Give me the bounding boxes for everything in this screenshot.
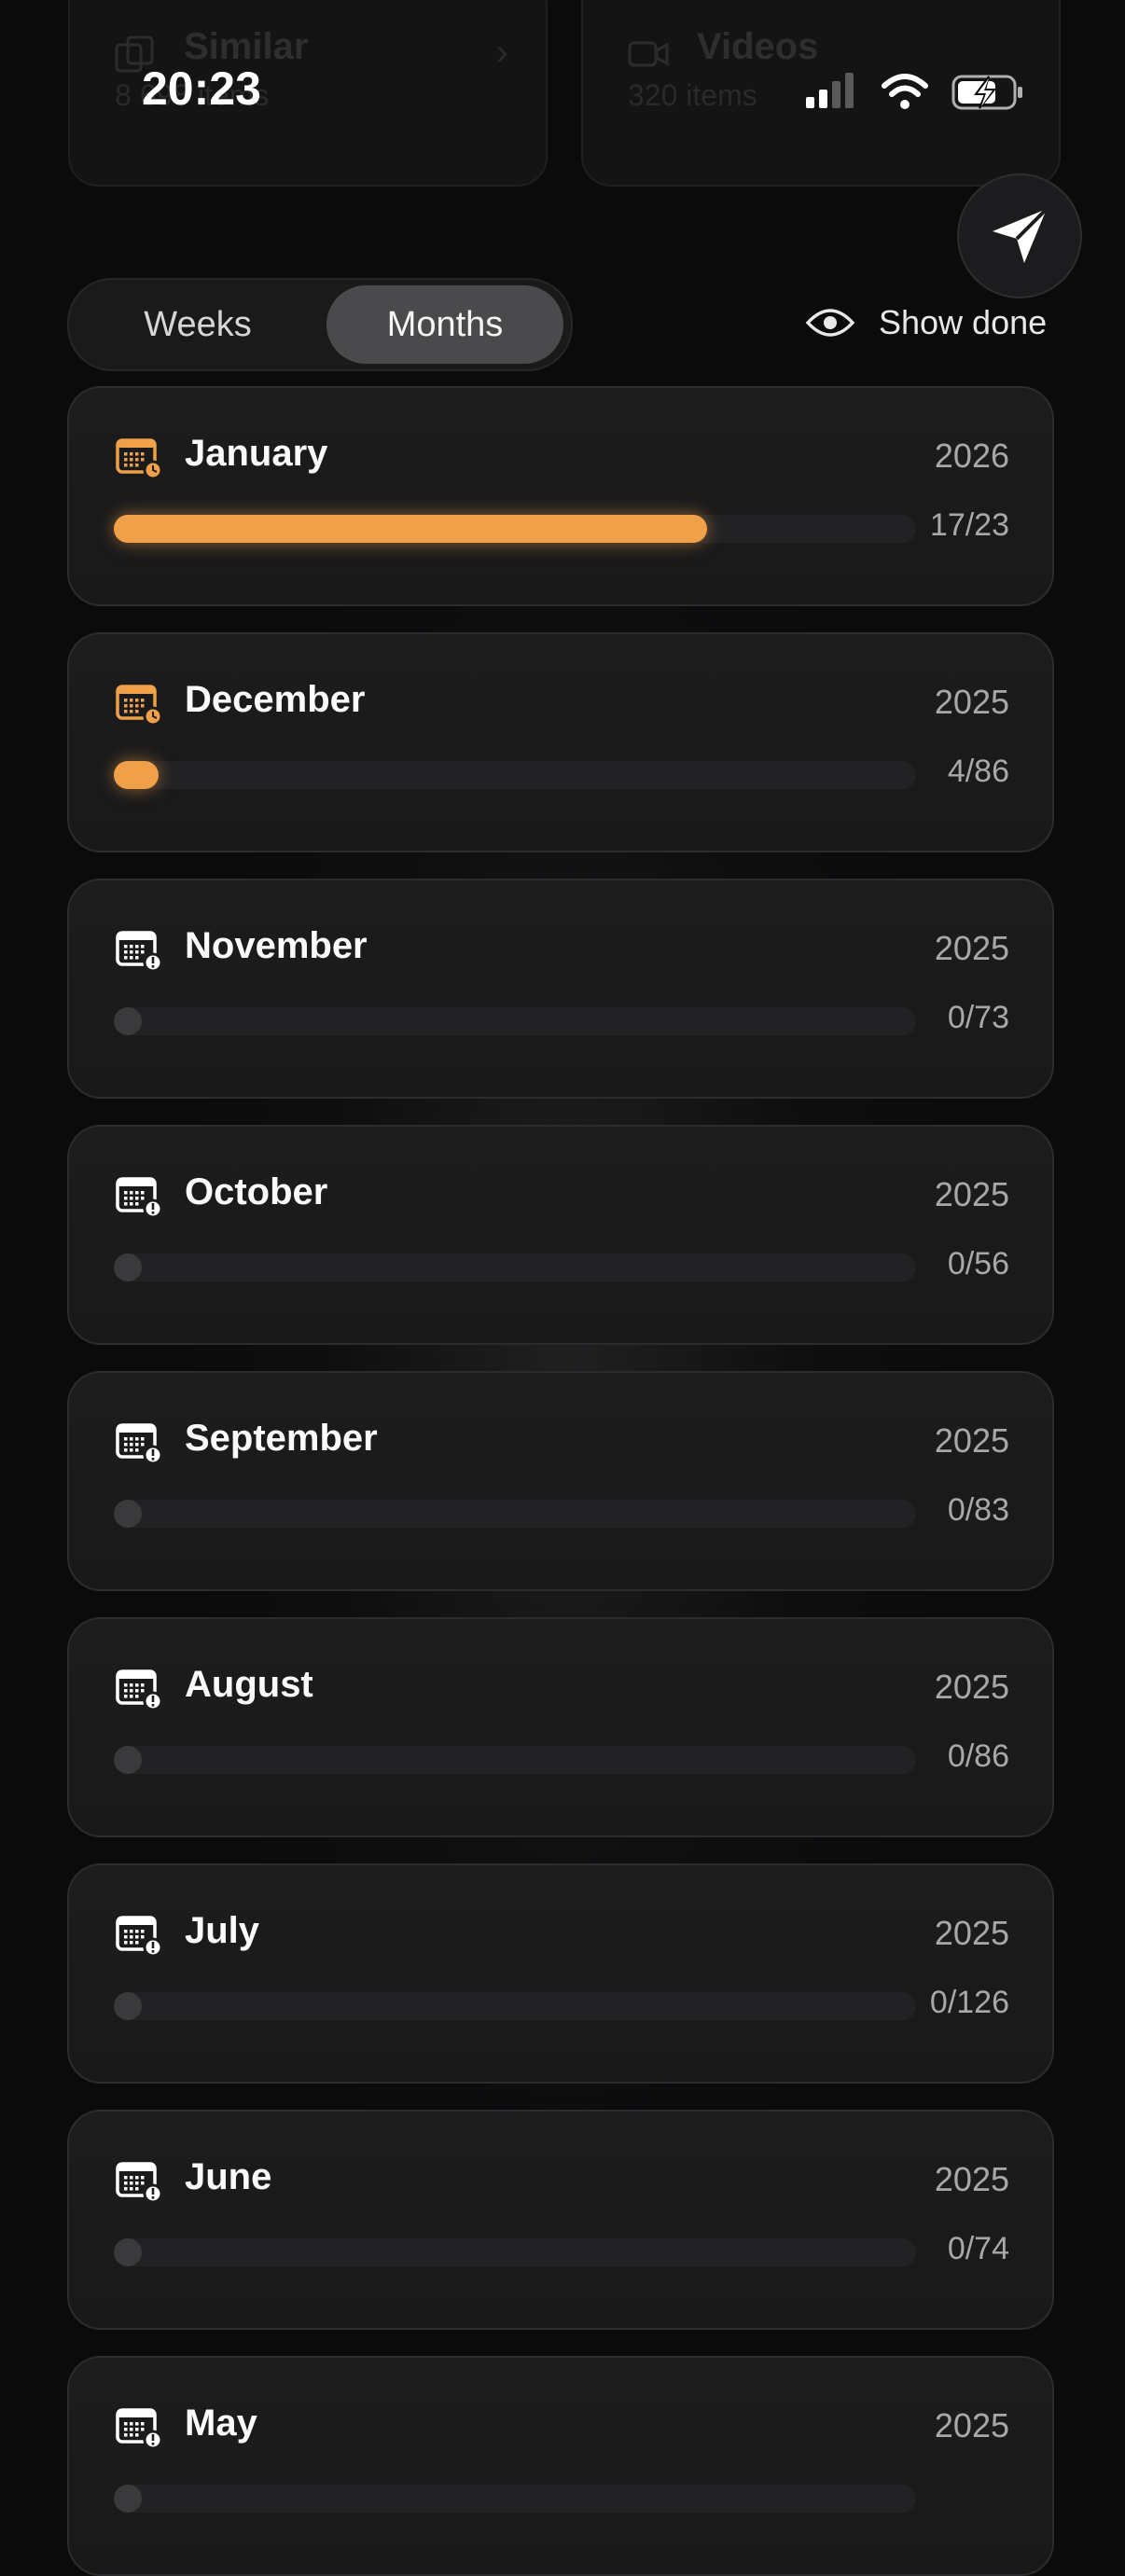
progress-fill	[114, 1746, 142, 1774]
weeks-months-toggle[interactable]: Weeks Months	[67, 278, 573, 371]
month-year: 2025	[934, 1914, 1009, 1952]
progress-fill	[114, 515, 707, 543]
progress-count: 17/23	[929, 507, 1009, 543]
video-camera-icon	[628, 41, 669, 67]
status-icons	[806, 73, 1022, 110]
month-year: 2025	[934, 683, 1009, 721]
send-button[interactable]	[957, 173, 1082, 298]
progress-track	[114, 1253, 916, 1281]
chevron-right-icon: ›	[495, 32, 508, 73]
calendar-alert-icon	[116, 1669, 162, 1710]
month-year: 2025	[934, 1421, 1009, 1460]
progress-count: 0/126	[929, 1985, 1009, 2020]
similar-card[interactable]: Similar 8 698 items ›	[68, 0, 548, 187]
progress-track	[114, 2485, 916, 2513]
progress-track	[114, 515, 916, 543]
progress-fill	[114, 1007, 142, 1035]
calendar-alert-icon	[116, 2162, 162, 2203]
month-card[interactable]: September 2025 0/83	[67, 1371, 1054, 1591]
month-name: January	[185, 433, 328, 474]
progress-fill	[114, 2238, 142, 2266]
battery-charging-icon	[951, 75, 1022, 110]
progress-fill	[114, 1500, 142, 1528]
wifi-icon	[882, 74, 928, 109]
month-card[interactable]: May 2025	[67, 2356, 1054, 2576]
progress-count: 0/83	[947, 1492, 1009, 1528]
progress-track	[114, 1500, 916, 1528]
month-year: 2026	[934, 436, 1009, 475]
calendar-alert-icon	[116, 1423, 162, 1464]
tab-months[interactable]: Months	[326, 285, 563, 364]
month-name: November	[185, 925, 368, 966]
progress-fill	[114, 2485, 142, 2513]
month-name: December	[185, 679, 366, 720]
month-card[interactable]: January 2026 17/23	[67, 386, 1054, 606]
month-name: May	[185, 2403, 257, 2444]
progress-track	[114, 761, 916, 789]
calendar-alert-icon	[116, 1177, 162, 1218]
show-done-label: Show done	[879, 303, 1048, 341]
paper-plane-icon	[993, 207, 1049, 263]
month-name: June	[185, 2156, 272, 2197]
progress-count: 0/73	[947, 1000, 1009, 1035]
tab-weeks[interactable]: Weeks	[76, 285, 319, 364]
month-card[interactable]: June 2025 0/74	[67, 2110, 1054, 2330]
progress-fill	[114, 761, 159, 789]
progress-track	[114, 1992, 916, 2020]
month-name: August	[185, 1664, 313, 1705]
calendar-clock-icon	[116, 685, 162, 726]
month-card[interactable]: November 2025 0/73	[67, 879, 1054, 1099]
progress-count: 0/74	[947, 2231, 1009, 2266]
month-year: 2025	[934, 1175, 1009, 1213]
progress-fill	[114, 1253, 142, 1281]
month-name: September	[185, 1418, 378, 1459]
videos-title: Videos	[697, 26, 819, 67]
month-year: 2025	[934, 2160, 1009, 2198]
status-time: 20:23	[142, 62, 261, 115]
month-card[interactable]: December 2025 4/86	[67, 632, 1054, 852]
cellular-signal-icon	[806, 73, 854, 108]
progress-track	[114, 1746, 916, 1774]
progress-count: 0/86	[947, 1738, 1009, 1774]
calendar-alert-icon	[116, 1916, 162, 1957]
calendar-alert-icon	[116, 2408, 162, 2449]
month-year: 2025	[934, 1668, 1009, 1706]
progress-fill	[114, 1992, 142, 2020]
month-name: July	[185, 1910, 260, 1951]
calendar-alert-icon	[116, 931, 162, 972]
month-card[interactable]: July 2025 0/126	[67, 1863, 1054, 2084]
calendar-clock-icon	[116, 438, 162, 479]
videos-subtitle: 320 items	[628, 78, 757, 112]
progress-count: 4/86	[947, 754, 1009, 789]
show-done-button[interactable]: Show done	[806, 297, 1047, 349]
progress-count: 0/56	[947, 1246, 1009, 1281]
progress-track	[114, 1007, 916, 1035]
month-card[interactable]: August 2025 0/86	[67, 1617, 1054, 1837]
eye-icon	[806, 309, 854, 337]
month-name: October	[185, 1171, 328, 1212]
progress-track	[114, 2238, 916, 2266]
month-card[interactable]: October 2025 0/56	[67, 1125, 1054, 1345]
month-year: 2025	[934, 2406, 1009, 2444]
month-year: 2025	[934, 929, 1009, 967]
